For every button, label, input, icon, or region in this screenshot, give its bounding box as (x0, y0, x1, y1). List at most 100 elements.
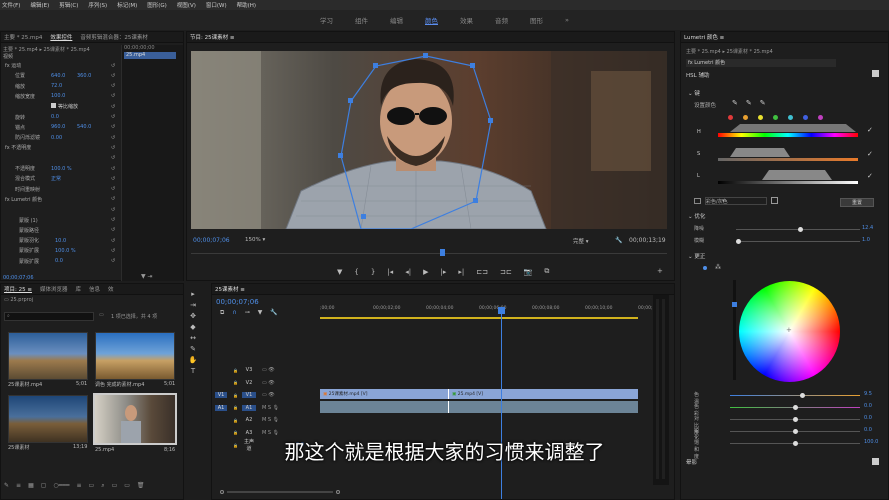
blur-slider[interactable] (736, 239, 860, 244)
wrench-icon[interactable]: 🔧 (615, 237, 622, 244)
tab-audio-mixer[interactable]: 音频剪辑混合器：25课素材 (80, 33, 148, 41)
menu-item[interactable]: 帮助(H) (237, 1, 256, 9)
snap-icon[interactable]: ∩ (232, 309, 236, 317)
reset-icon[interactable]: ↺ (111, 176, 115, 182)
effect-row[interactable]: 混合模式 正常 ↺ (1, 174, 119, 183)
search-icon[interactable]: ⌕ (101, 482, 104, 490)
effect-value[interactable]: 0.0 (55, 258, 81, 264)
audio-clip-2[interactable] (448, 401, 638, 413)
folder-icon[interactable]: ▭ (99, 312, 104, 318)
track-visibility-icon[interactable]: ▭ 👁 (262, 380, 275, 386)
slider-knob[interactable] (793, 405, 798, 410)
razor-tool-icon[interactable]: ◆ (190, 323, 195, 331)
new-item-icon[interactable]: ▭ (124, 482, 130, 490)
lock-icon[interactable]: 🔒 (233, 393, 238, 398)
denoise-slider[interactable] (736, 227, 860, 232)
slider-knob[interactable] (793, 417, 798, 422)
effect-row[interactable]: fx 不透明度 ↺ (1, 143, 119, 152)
eyedropper-add-icon[interactable]: ✎ (746, 99, 752, 107)
reset-icon[interactable]: ↺ (111, 186, 115, 192)
reset-icon[interactable]: ↺ (111, 238, 115, 244)
effect-row[interactable]: ↺ (1, 205, 119, 214)
eyedropper-subtract-icon[interactable]: ✎ (760, 99, 766, 107)
effect-row[interactable]: 蒙版 (1) ↺ (1, 216, 119, 225)
reset-icon[interactable]: ↺ (111, 196, 115, 202)
denoise-value[interactable]: 12.4 (862, 225, 873, 231)
track-name[interactable]: A1 (241, 404, 256, 411)
reset-icon[interactable]: ↺ (111, 217, 115, 223)
track-header[interactable]: 🔒 V3 ▭ 👁 (212, 364, 337, 376)
add-button-icon[interactable]: + (657, 267, 663, 275)
invert-mask-icon[interactable] (771, 197, 778, 204)
track-name[interactable]: V1 (241, 392, 256, 398)
effect-value[interactable]: 640.0 (51, 73, 77, 79)
workspace-tab[interactable]: 编辑 (379, 15, 414, 25)
workspace-tab[interactable]: 颜色 (414, 15, 449, 25)
type-tool-icon[interactable]: T (191, 367, 195, 375)
reset-icon[interactable]: ↺ (111, 114, 115, 120)
ec-timecode[interactable]: 00;00;07;06 (3, 275, 34, 281)
workspace-tab[interactable]: 效果 (449, 15, 484, 25)
hue-range[interactable] (730, 124, 856, 132)
menu-item[interactable]: 标记(M) (117, 1, 137, 9)
reset-icon[interactable]: ↺ (111, 93, 115, 99)
hsl-checkbox[interactable] (872, 70, 879, 77)
track-header[interactable]: V1 🔒 V1 ▭ 👁 (212, 389, 337, 401)
effect-row[interactable]: 缩放 72.0 ↺ (1, 82, 119, 91)
item-name-1[interactable]: 25课素材.mp4 (8, 381, 42, 388)
correction-slider-value[interactable]: 0.0 (864, 415, 872, 421)
slip-tool-icon[interactable]: ↔ (190, 334, 196, 342)
effect-value[interactable]: 72.0 (51, 83, 77, 89)
workspace-tab[interactable]: 音频 (484, 15, 519, 25)
sequence-tab[interactable]: 25课素材 ≡ (215, 285, 245, 293)
source-patch[interactable]: A1 (215, 404, 227, 411)
effect-value-2[interactable]: 540.0 (77, 124, 91, 130)
mini-timeline[interactable]: 00;00;00;00 25.mp4 (121, 45, 183, 281)
correction-slider-value[interactable]: 9.5 (864, 391, 872, 397)
source-patch[interactable]: V1 (215, 392, 227, 398)
sort-icon[interactable]: ≡ (76, 482, 81, 490)
track-name[interactable]: V3 (242, 367, 256, 373)
effect-value-2[interactable]: 360.0 (77, 73, 91, 79)
lightness-bar[interactable] (732, 280, 737, 380)
lumetri-clip-path[interactable]: 主要 * 25.mp4 ▸ 25课素材 * 25.mp4 (686, 48, 773, 55)
reset-icon[interactable]: ↺ (111, 155, 115, 161)
filter-icon[interactable]: ▼ ⇥ (141, 273, 153, 280)
track-visibility-icon[interactable]: ▭ 👁 (262, 367, 275, 373)
mark-out-icon[interactable]: } (371, 267, 375, 276)
automate-icon[interactable]: ▭ (89, 482, 95, 490)
swatch-blue[interactable] (803, 115, 808, 120)
quality-select[interactable]: 完整 ▾ (573, 237, 589, 245)
track-header[interactable]: 🔒 A2 M S 🎙 (212, 414, 337, 426)
color-gray-select[interactable]: ▾ (705, 197, 767, 205)
menu-item[interactable]: 序列(S) (88, 1, 107, 9)
effect-value[interactable]: 0.0 (51, 114, 77, 120)
menu-item[interactable]: 文件(F) (2, 1, 20, 9)
effect-row[interactable]: 蒙版扩展 0.0 ↺ (1, 257, 119, 266)
swatch-green[interactable] (773, 115, 778, 120)
playhead-marker[interactable] (440, 249, 445, 256)
tab-media-browser[interactable]: 媒体浏览器 (40, 285, 68, 293)
zoom-slider[interactable]: ○━━━ (53, 482, 69, 490)
correction-slider[interactable] (730, 405, 860, 410)
workspace-tab[interactable]: 图形 (519, 15, 554, 25)
thumbnail-2[interactable] (95, 332, 175, 380)
workspace-tab[interactable]: 组件 (344, 15, 379, 25)
effect-value[interactable]: 960.0 (51, 124, 77, 130)
effect-value[interactable]: 10.0 (55, 238, 81, 244)
thumbnail-1[interactable] (8, 332, 88, 380)
effect-value[interactable]: 正常 (51, 175, 77, 182)
program-timecode[interactable]: 00;00;07;06 (193, 237, 230, 244)
reset-icon[interactable]: ↺ (111, 73, 115, 79)
blur-value[interactable]: 1.0 (862, 237, 870, 243)
reset-icon[interactable]: ↺ (111, 63, 115, 69)
icon-view-icon[interactable]: ▦ (28, 482, 34, 490)
eyedropper-icon[interactable]: ✎ (732, 99, 738, 107)
tab-info[interactable]: 信息 (89, 285, 100, 293)
work-area-bar[interactable] (320, 317, 638, 319)
color-gray-checkbox[interactable] (694, 198, 701, 204)
timeline-settings-icon[interactable]: 🔧 (270, 309, 277, 317)
key-section[interactable]: ⌄ 键 (688, 89, 700, 97)
saturation-slider[interactable] (718, 158, 858, 161)
tab-source[interactable]: 主要 * 25.mp4 (4, 33, 42, 41)
